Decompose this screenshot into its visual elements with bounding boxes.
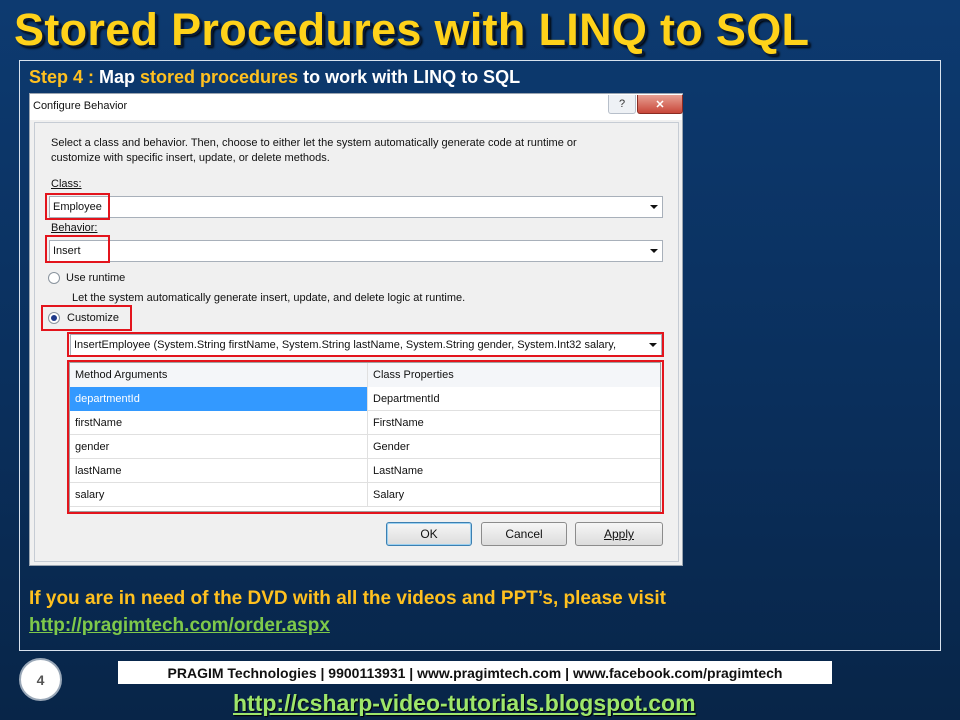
help-icon: ? xyxy=(618,98,626,110)
customize-highlight-box xyxy=(41,305,132,331)
close-button[interactable]: ✕ xyxy=(637,95,683,114)
chevron-down-icon xyxy=(650,249,658,253)
step-prefix: Step 4 : xyxy=(29,67,100,87)
use-runtime-description: Let the system automatically generate in… xyxy=(72,292,466,304)
behavior-label: Behavior: xyxy=(51,222,98,234)
footer-contact: PRAGIM Technologies | 9900113931 | www.p… xyxy=(118,661,832,684)
class-highlight-box xyxy=(45,193,110,220)
behavior-highlight-box xyxy=(45,235,110,263)
method-highlight-box xyxy=(67,332,664,357)
chevron-down-icon xyxy=(650,205,658,209)
behavior-select[interactable]: Insert xyxy=(49,240,663,262)
ok-button[interactable]: OK xyxy=(386,522,472,546)
step-heading: Step 4 : Map stored procedures to work w… xyxy=(29,67,520,88)
class-select[interactable]: Employee xyxy=(49,196,663,218)
page-number: 4 xyxy=(36,671,45,688)
step-highlight: stored procedures xyxy=(140,67,299,87)
grid-highlight-box xyxy=(67,360,664,514)
step-map: Map xyxy=(99,67,141,87)
dialog-title: Configure Behavior xyxy=(33,100,128,112)
dialog-titlebar[interactable]: Configure Behavior ? ✕ xyxy=(30,94,683,120)
instructions-line-2: customize with specific insert, update, … xyxy=(51,152,330,164)
class-label: Class: xyxy=(51,178,82,190)
cancel-button[interactable]: Cancel xyxy=(481,522,567,546)
apply-button[interactable]: Apply xyxy=(575,522,663,546)
step-rest: to work with LINQ to SQL xyxy=(298,67,521,87)
dvd-notice: If you are in need of the DVD with all t… xyxy=(29,588,667,609)
page-number-badge: 4 xyxy=(19,658,62,701)
help-button[interactable]: ? xyxy=(608,95,636,114)
blog-link[interactable]: http://csharp-video-tutorials.blogspot.c… xyxy=(233,690,696,717)
use-runtime-label[interactable]: Use runtime xyxy=(66,272,125,284)
slide-title: Stored Procedures with LINQ to SQL xyxy=(14,4,810,55)
close-icon: ✕ xyxy=(655,98,665,111)
order-link[interactable]: http://pragimtech.com/order.aspx xyxy=(29,615,330,637)
use-runtime-radio[interactable] xyxy=(48,272,60,284)
instructions-line-1: Select a class and behavior. Then, choos… xyxy=(51,137,577,149)
